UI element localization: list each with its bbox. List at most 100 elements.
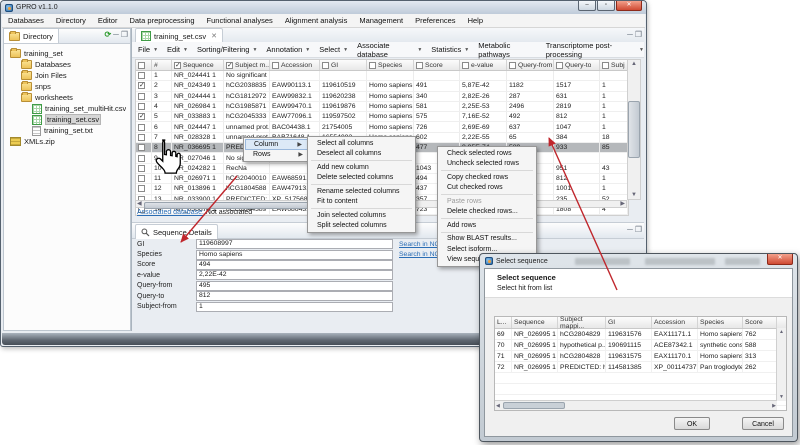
scroll-up-icon[interactable]: ▲ — [631, 60, 637, 68]
row-checkbox[interactable]: ✓ — [138, 113, 145, 120]
row-checkbox[interactable]: ✓ — [138, 82, 145, 89]
column-checkbox[interactable] — [416, 62, 423, 69]
table-row[interactable]: ✓2NR_024349 1hCG2038835EAW90113.11196105… — [136, 81, 628, 91]
tab-close-icon[interactable]: ✕ — [211, 32, 217, 40]
column-header-gi[interactable]: GI — [320, 60, 367, 70]
row-checkbox[interactable] — [138, 165, 145, 172]
column-checkbox[interactable] — [602, 62, 609, 69]
maximize-view-icon[interactable]: ❐ — [121, 30, 128, 40]
field-input[interactable]: 2,22E-42 — [196, 270, 393, 280]
row-checkbox[interactable] — [138, 103, 145, 110]
menubar-item-databases[interactable]: Databases — [2, 16, 50, 25]
menubar-item-editor[interactable]: Editor — [92, 16, 124, 25]
column-checkbox[interactable] — [322, 62, 329, 69]
tree-item-xmls-zip[interactable]: XMLs.zip — [10, 136, 130, 147]
column-checkbox[interactable] — [462, 62, 469, 69]
menu-item-add-rows[interactable]: Add rows — [439, 220, 535, 231]
field-input[interactable]: Homo sapiens — [196, 250, 393, 260]
column-header-query-from[interactable]: Query-from — [507, 60, 554, 70]
field-input[interactable]: 812 — [196, 291, 393, 301]
cancel-button[interactable]: Cancel — [742, 417, 784, 430]
menubar-item-data-preprocessing[interactable]: Data preprocessing — [123, 16, 200, 25]
row-checkbox-cell[interactable] — [136, 102, 152, 111]
menu-item-deselect-all-columns[interactable]: Deselect all columns — [309, 149, 414, 160]
check-all-checkbox[interactable] — [138, 62, 145, 69]
row-checkbox-cell[interactable] — [136, 71, 152, 80]
scroll-down-icon[interactable]: ▼ — [779, 393, 784, 401]
dialog-column-header-sequence[interactable]: Sequence — [512, 317, 558, 328]
ok-button[interactable]: OK — [674, 417, 710, 430]
menu-item-add-new-column[interactable]: Add new column — [309, 162, 414, 173]
dialog-close-button[interactable]: ✕ — [767, 254, 793, 265]
column-header-e-value[interactable]: e-value — [460, 60, 507, 70]
menu-item-cut-checked-rows[interactable]: Cut checked rows — [439, 183, 535, 194]
column-checkbox[interactable] — [509, 62, 516, 69]
row-checkbox[interactable] — [138, 175, 145, 182]
column-header-accession[interactable]: Accession — [270, 60, 320, 70]
row-checkbox-cell[interactable]: ✓ — [136, 81, 152, 90]
toolbar-button-annotation[interactable]: Annotation▼ — [266, 45, 310, 54]
menubar-item-directory[interactable]: Directory — [50, 16, 92, 25]
minimize-button[interactable]: – — [578, 1, 596, 11]
scrollbar-thumb[interactable] — [628, 101, 640, 158]
dialog-column-header-score[interactable]: Score — [743, 317, 777, 328]
tree-item-join-files[interactable]: Join Files — [10, 70, 130, 81]
row-checkbox-cell[interactable] — [136, 92, 152, 101]
menu-item-delete-checked-rows-[interactable]: Delete checked rows... — [439, 207, 535, 218]
tree-item-training-set-multihit-csv[interactable]: training_set_multiHit.csv — [10, 103, 130, 114]
table-row[interactable]: ✓5NR_033883 1hCG2045333EAW77096.11195975… — [136, 112, 628, 122]
dialog-table-row[interactable]: 70NR_026995 1hypothetical p...190691115A… — [495, 340, 786, 351]
column-checkbox[interactable] — [369, 62, 376, 69]
row-checkbox-cell[interactable] — [136, 122, 152, 131]
menubar-item-functional-analyses[interactable]: Functional analyses — [201, 16, 279, 25]
toolbar-button-transcriptome-post-processing[interactable]: Transcriptome post-processing▼ — [546, 41, 644, 59]
dialog-column-header-subject-mappi-[interactable]: Subject mappi... — [558, 317, 606, 328]
minimize-view-icon[interactable]: ─ — [627, 225, 633, 235]
tab-sequence-details[interactable]: Sequence Details — [135, 224, 218, 239]
menu-item-copy-checked-rows[interactable]: Copy checked rows — [439, 172, 535, 183]
menu-item-delete-selected-columns[interactable]: Delete selected columns — [309, 173, 414, 184]
minimize-editor-icon[interactable]: ─ — [627, 30, 633, 40]
column-header-species[interactable]: Species — [367, 60, 414, 70]
column-header--[interactable]: # — [152, 60, 172, 70]
field-input[interactable]: 494 — [196, 260, 393, 270]
tree-item-training-set[interactable]: training_set — [10, 48, 130, 59]
associated-database-link[interactable]: Associated database: — [137, 209, 204, 216]
field-input[interactable]: 119608997 — [196, 239, 393, 249]
table-row[interactable]: 3NR_024444 1hCG1812972EAW99832.111962023… — [136, 92, 628, 102]
menu-item-rename-selected-columns[interactable]: Rename selected columns — [309, 186, 414, 197]
menubar-item-preferences[interactable]: Preferences — [409, 16, 461, 25]
menu-item-split-selected-columns[interactable]: Split selected columns — [309, 221, 414, 232]
dialog-column-header-accession[interactable]: Accession — [652, 317, 698, 328]
dialog-table-row[interactable]: 69NR_026995 1hCG2804829119631576EAX11171… — [495, 329, 786, 340]
tree-item-databases[interactable]: Databases — [10, 59, 130, 70]
row-checkbox[interactable] — [138, 144, 145, 151]
row-checkbox[interactable] — [138, 134, 145, 141]
toolbar-button-edit[interactable]: Edit▼ — [167, 45, 188, 54]
dialog-table-row[interactable]: 71NR_026995 1hCG2804828119631575EAX11170… — [495, 351, 786, 362]
field-input[interactable]: 1 — [196, 302, 393, 312]
scroll-down-icon[interactable]: ▼ — [631, 191, 637, 199]
scroll-left-icon[interactable]: ◀ — [137, 200, 142, 208]
menubar-item-alignment-analysis[interactable]: Alignment analysis — [279, 16, 354, 25]
maximize-view-icon[interactable]: ❐ — [635, 225, 642, 235]
menu-item-join-selected-columns[interactable]: Join selected columns — [309, 210, 414, 221]
toolbar-button-metabolic-pathways[interactable]: Metabolic pathways — [478, 41, 537, 59]
maximize-editor-icon[interactable]: ❐ — [635, 30, 642, 40]
tab-directory[interactable]: Directory — [4, 29, 59, 43]
column-checkbox[interactable]: ✓ — [174, 62, 181, 69]
tree-item-training-set-csv[interactable]: training_set.csv — [10, 114, 130, 125]
menu-item-fit-to-content[interactable]: Fit to content — [309, 197, 414, 208]
field-input[interactable]: 495 — [196, 281, 393, 291]
tree-item-snps[interactable]: snps — [10, 81, 130, 92]
menu-item-show-blast-results-[interactable]: Show BLAST results... — [439, 234, 535, 245]
menu-item-paste-rows[interactable]: Paste rows — [439, 196, 535, 207]
column-header-subject-m-[interactable]: ✓Subject m... — [224, 60, 270, 70]
row-checkbox-cell[interactable] — [136, 184, 152, 193]
column-checkbox[interactable] — [556, 62, 563, 69]
dialog-vertical-scrollbar[interactable]: ▲ ▼ — [776, 328, 786, 401]
tab-training-set-csv[interactable]: training_set.csv ✕ — [135, 28, 223, 43]
menubar-item-management[interactable]: Management — [353, 16, 409, 25]
dialog-column-header-gi[interactable]: GI — [606, 317, 652, 328]
row-checkbox[interactable] — [138, 155, 145, 162]
